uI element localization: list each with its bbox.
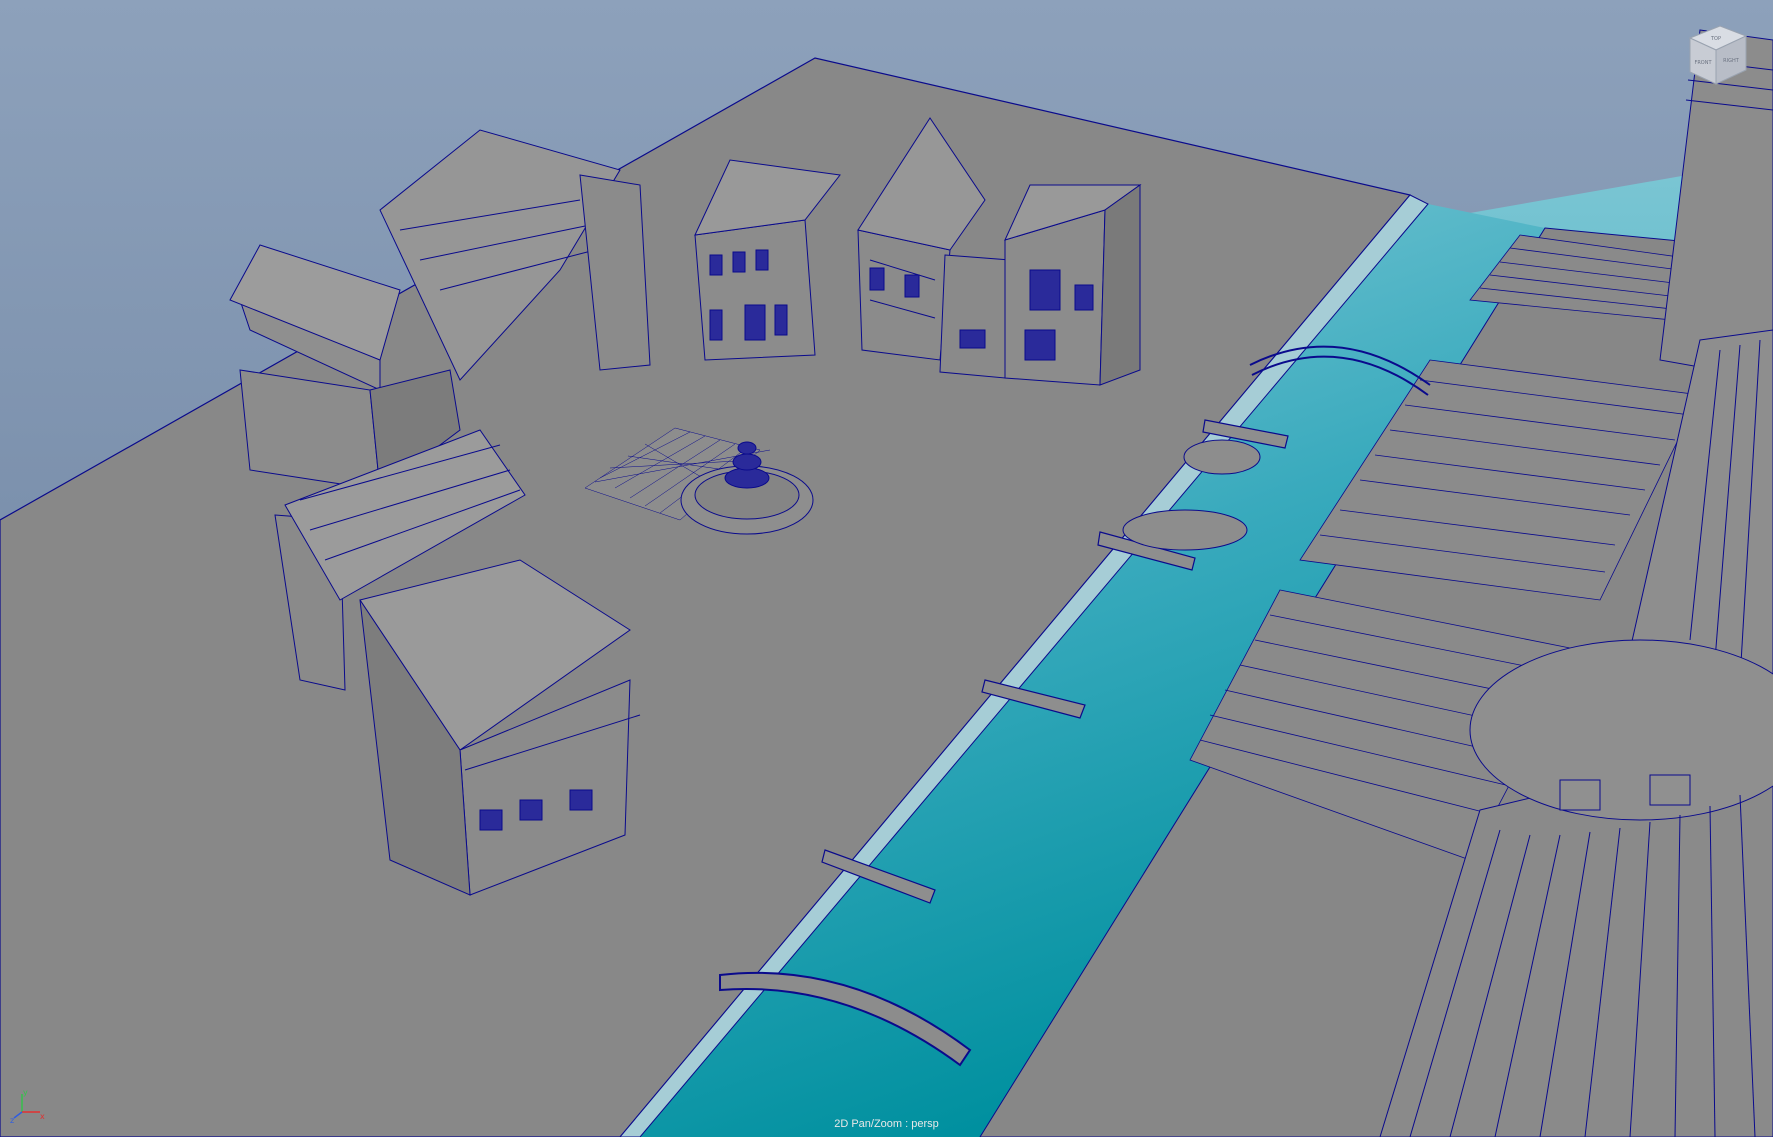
- axis-z-label: z: [10, 1116, 14, 1124]
- scene-canvas[interactable]: [0, 0, 1773, 1137]
- axis-gizmo: y x z: [10, 1088, 45, 1124]
- view-cube-top-label: TOP: [1710, 36, 1721, 42]
- axis-y-label: y: [23, 1088, 28, 1097]
- axis-x-label: x: [40, 1112, 45, 1121]
- view-cube-right-label: RIGHT: [1723, 58, 1740, 64]
- perspective-viewport[interactable]: TOP FRONT RIGHT y x z 2D Pan/Zoom : pers…: [0, 0, 1773, 1137]
- view-cube-front-label: FRONT: [1694, 60, 1712, 66]
- view-cube[interactable]: TOP FRONT RIGHT: [1680, 18, 1752, 90]
